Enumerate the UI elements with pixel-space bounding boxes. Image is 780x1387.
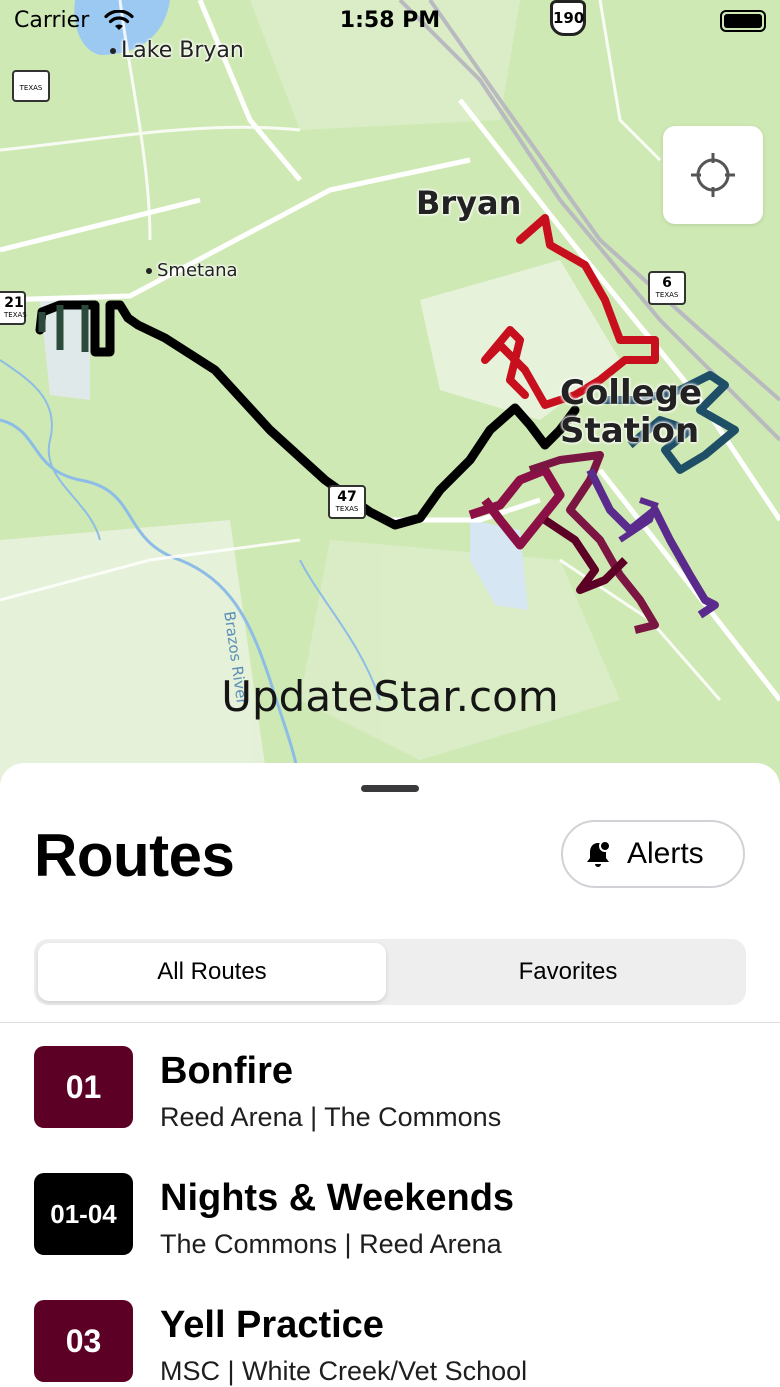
page-title: Routes	[34, 822, 235, 889]
locate-me-button[interactable]	[663, 126, 763, 224]
location-crosshair-icon	[691, 153, 735, 197]
route-name: Bonfire	[160, 1050, 293, 1092]
route-list: 01 Bonfire Reed Arena | The Commons 01-0…	[0, 1046, 780, 1387]
map-label-bryan: Bryan	[416, 184, 522, 222]
highway-6-shield: 6 TEXAS	[648, 271, 686, 305]
divider	[0, 1022, 780, 1023]
shield-state-text: TEXAS	[19, 84, 43, 92]
map-label-smetana: Smetana	[146, 260, 238, 281]
route-name: Nights & Weekends	[160, 1177, 515, 1219]
smetana-text: Smetana	[157, 260, 238, 281]
route-name: Yell Practice	[160, 1304, 384, 1346]
alerts-button[interactable]: Alerts	[561, 820, 745, 888]
list-item-route-nights-weekends[interactable]: 01-04 Nights & Weekends The Commons | Re…	[0, 1173, 780, 1300]
shield-number: 47	[337, 489, 357, 505]
texas-shield: TEXAS	[12, 70, 50, 102]
route-number-badge: 01-04	[34, 1173, 133, 1255]
route-stops: MSC | White Creek/Vet School	[160, 1356, 528, 1386]
route-stops: The Commons | Reed Arena	[160, 1229, 502, 1259]
list-item-route-bonfire[interactable]: 01 Bonfire Reed Arena | The Commons	[0, 1046, 780, 1173]
college-station-line2: Station	[560, 411, 700, 451]
shield-state-text: TEXAS	[655, 291, 679, 299]
shield-state-text: TEXAS	[335, 505, 359, 513]
list-item-route-yell-practice[interactable]: 03 Yell Practice MSC | White Creek/Vet S…	[0, 1300, 780, 1387]
shield-number: 6	[662, 275, 672, 291]
alerts-label: Alerts	[627, 837, 704, 870]
route-stops: Reed Arena | The Commons	[160, 1102, 502, 1132]
highway-21-shield: 21 TEXAS	[0, 291, 27, 325]
highway-47-shield: 47 TEXAS	[328, 485, 366, 519]
route-number-badge: 01	[34, 1046, 133, 1128]
route-filter-segmented-control: All Routes Favorites	[34, 939, 746, 1005]
tab-favorites[interactable]: Favorites	[394, 943, 742, 1001]
map-label-college-station: College Station	[560, 374, 702, 450]
place-dot-icon	[146, 268, 152, 274]
college-station-line1: College	[560, 373, 703, 413]
shield-state-text: TEXAS	[4, 311, 27, 319]
sheet-grabber[interactable]	[361, 785, 419, 792]
routes-sheet[interactable]: Routes Alerts All Routes Favorites 01 Bo…	[0, 763, 780, 1387]
watermark: UpdateStar.com	[221, 672, 559, 721]
bell-badge-icon	[587, 840, 611, 867]
shield-number: 21	[4, 295, 24, 311]
clock: 1:58 PM	[339, 8, 441, 33]
map-view[interactable]: Lake Bryan Bryan Smetana College Station…	[0, 0, 780, 800]
route-number-badge: 03	[34, 1300, 133, 1382]
status-bar: Carrier 1:58 PM	[0, 0, 780, 44]
tab-all-routes[interactable]: All Routes	[38, 943, 386, 1001]
battery-icon	[720, 10, 766, 32]
place-dot-icon	[110, 48, 116, 54]
